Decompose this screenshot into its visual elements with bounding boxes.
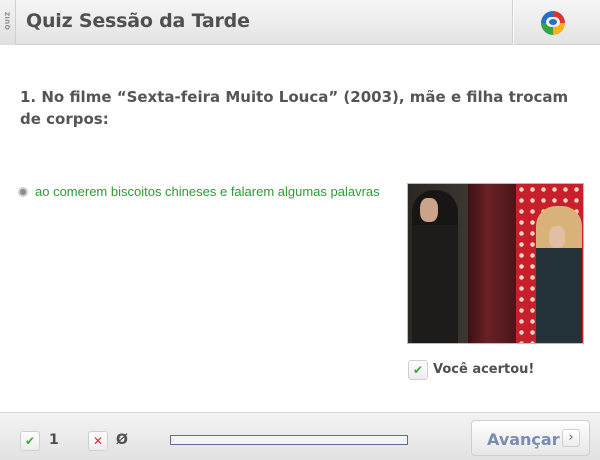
page-title: Quiz Sessão da Tarde	[26, 10, 250, 32]
feedback-message: Você acertou!	[433, 362, 535, 377]
correct-check-icon: ✔	[20, 431, 40, 451]
wrong-x-icon: ✕	[88, 431, 108, 451]
header-bar: QUIZ Quiz Sessão da Tarde	[0, 0, 600, 45]
next-button-label: Avançar	[487, 430, 560, 449]
wrong-count: Ø	[116, 432, 128, 448]
header-divider	[512, 0, 513, 45]
quiz-side-tab: QUIZ	[0, 0, 16, 45]
next-button[interactable]: Avançar ›	[471, 420, 590, 456]
correct-count: 1	[49, 432, 59, 448]
chevron-right-icon: ›	[562, 429, 580, 447]
answer-option-text[interactable]: ao comerem biscoitos chineses e falarem …	[35, 184, 380, 199]
check-icon: ✔	[408, 360, 428, 380]
progress-bar	[170, 435, 408, 445]
globo-logo-icon	[541, 11, 565, 35]
quiz-tab-label: QUIZ	[4, 11, 12, 30]
answer-radio-icon	[18, 187, 28, 197]
movie-still-image	[407, 183, 584, 344]
question-text: 1. No filme “Sexta-feira Muito Louca” (2…	[20, 88, 569, 128]
